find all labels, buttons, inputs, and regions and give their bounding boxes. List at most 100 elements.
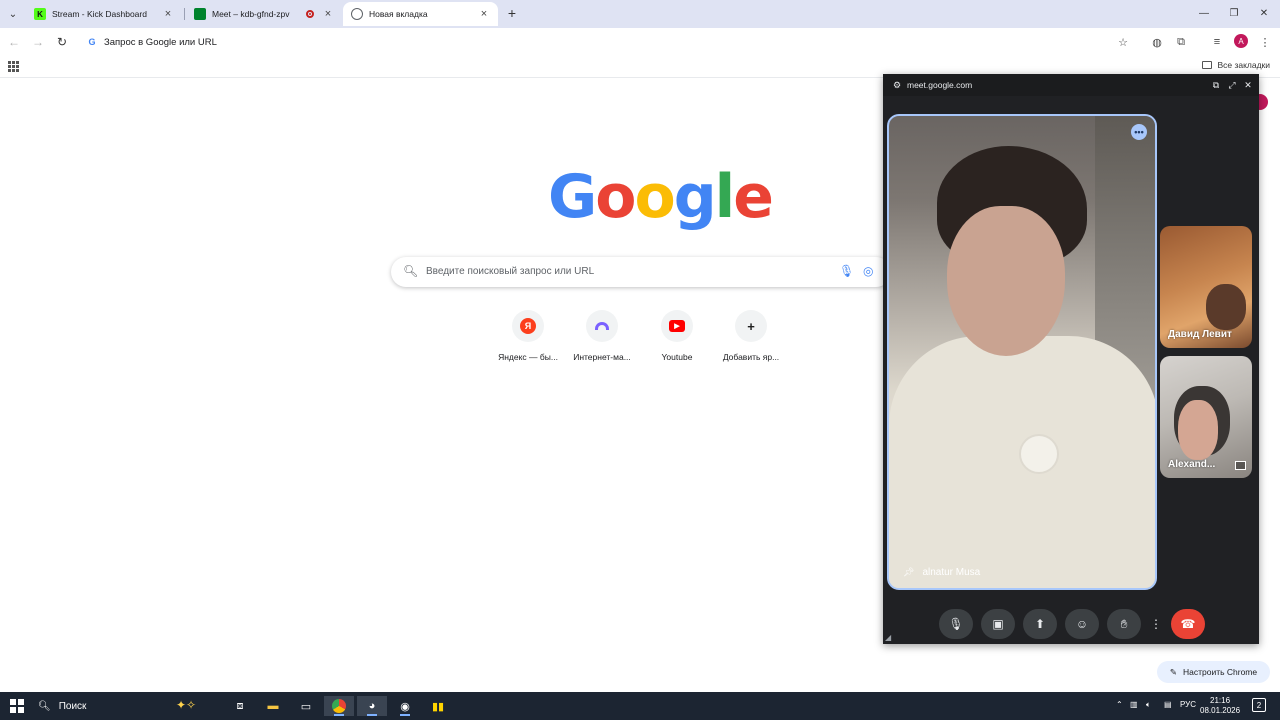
steam-icon[interactable]: ◕ <box>357 696 387 716</box>
yandex-icon: Я <box>512 310 544 342</box>
customize-chrome-button[interactable]: ✎ Настроить Chrome <box>1157 661 1270 683</box>
search-icon: 🔍︎ <box>403 264 419 278</box>
youtube-play-icon: ▶ <box>669 320 685 332</box>
kick-icon: K <box>34 8 46 20</box>
reactions-button[interactable]: ☺ <box>1065 609 1099 639</box>
profile-avatar[interactable]: A <box>1234 34 1248 48</box>
chrome-icon <box>332 699 346 713</box>
more-options-icon[interactable]: ••• <box>1131 124 1147 140</box>
back-button[interactable]: ← <box>5 33 23 51</box>
site-settings-icon[interactable]: ⚙︎ <box>893 80 901 91</box>
customize-label: Настроить Chrome <box>1182 667 1258 677</box>
shortcut-youtube[interactable]: ▶ Youtube <box>642 310 712 362</box>
active-indicator <box>367 714 377 716</box>
more-options-button[interactable]: ⋮ <box>1149 609 1163 639</box>
minimize-button[interactable]: — <box>1189 4 1219 22</box>
shortcut-add[interactable]: + Добавить яр... <box>716 310 786 362</box>
windows-taskbar: 🔍︎ Поиск ✦✧ ⧈ ▬ ▭ ◕ ◉ ▮▮ ⌃ ▥ 🔈︎ ▤ РУС 21… <box>0 692 1280 720</box>
meet-icon <box>194 8 206 20</box>
restore-button[interactable]: ❐ <box>1219 4 1249 22</box>
camera-icon: ▣ <box>992 617 1004 631</box>
google-logo: Google <box>548 162 774 232</box>
present-screen-button[interactable]: ⬆ <box>1023 609 1057 639</box>
logo-letter: g <box>673 162 717 232</box>
obs-icon[interactable]: ◉ <box>390 696 420 716</box>
youtube-icon: ▶ <box>661 310 693 342</box>
app-icon[interactable]: ▮▮ <box>423 696 453 716</box>
reload-button[interactable]: ↻ <box>53 33 71 51</box>
close-tab-icon[interactable]: × <box>162 8 174 20</box>
participant-name: Давид Левит <box>1168 329 1232 340</box>
volume-icon[interactable]: 🔈︎ <box>1146 700 1151 710</box>
close-window-button[interactable]: ✕ <box>1249 4 1279 22</box>
google-g-icon: G <box>88 37 96 47</box>
bookmark-star-icon[interactable]: ☆ <box>1115 34 1131 50</box>
participant-video-detail <box>1019 434 1059 474</box>
clock-time: 21:16 <box>1210 696 1231 705</box>
hand-icon: ✋︎ <box>1120 616 1128 631</box>
file-explorer-icon[interactable]: ▬ <box>258 696 288 716</box>
call-controls: 🎙︎ ▣ ⬆ ☺ ✋︎ ⋮ ☎︎ <box>939 607 1205 641</box>
tab-title: Meet – kdb-gfnd-zpv <box>212 9 290 19</box>
tab-search-chevron-icon[interactable]: ⌄ <box>4 5 22 23</box>
participant-tile[interactable]: Alexand... <box>1160 356 1252 478</box>
apps-grid-icon[interactable] <box>8 61 19 72</box>
picture-in-picture-icon[interactable] <box>1235 461 1246 470</box>
resize-handle-icon[interactable]: ◢ <box>885 633 891 642</box>
omnibox[interactable]: G Запрос в Google или URL <box>80 31 1140 53</box>
meet-pip-window[interactable]: ⚙︎ meet.google.com ⧉ ⤢ ✕ ••• 📌︎ alnatur … <box>883 74 1259 644</box>
new-tab-button[interactable]: + <box>504 5 520 21</box>
hang-up-icon: ☎︎ <box>1180 617 1196 631</box>
camera-button[interactable]: ▣ <box>981 609 1015 639</box>
tab-title: Новая вкладка <box>369 9 428 19</box>
close-tab-icon[interactable]: × <box>478 8 490 20</box>
emoji-icon: ☺ <box>1075 617 1089 631</box>
close-icon[interactable]: ✕ <box>1242 79 1254 91</box>
folder-icon <box>1202 61 1213 69</box>
windows-start-icon[interactable] <box>10 699 24 713</box>
chrome-taskbar-icon[interactable] <box>324 696 354 716</box>
extensions-icon[interactable]: ⧉ <box>1173 34 1189 50</box>
active-indicator <box>334 714 344 716</box>
forward-button[interactable]: → <box>29 33 47 51</box>
tab-meet[interactable]: Meet – kdb-gfnd-zpv × <box>186 2 342 26</box>
pin-icon[interactable]: 📌︎ <box>903 567 914 578</box>
back-to-tab-icon[interactable]: ⧉ <box>1210 79 1222 91</box>
battery-icon[interactable]: ▤ <box>1164 700 1172 709</box>
omnibox-placeholder: Запрос в Google или URL <box>104 37 217 48</box>
tab-title: Stream - Kick Dashboard <box>52 9 147 19</box>
expand-icon[interactable]: ⤢ <box>1226 79 1238 91</box>
microphone-button[interactable]: 🎙︎ <box>939 609 973 639</box>
recording-icon <box>306 10 314 18</box>
tab-new-tab[interactable]: Новая вкладка × <box>343 2 498 26</box>
tab-kick-dashboard[interactable]: K Stream - Kick Dashboard × <box>26 2 182 26</box>
shortcut-yandex[interactable]: Я Яндекс — бы... <box>493 310 563 362</box>
all-bookmarks-button[interactable]: Все закладки <box>1202 60 1270 70</box>
participant-video <box>1206 284 1246 330</box>
translate-icon[interactable]: ◍ <box>1149 34 1165 50</box>
language-indicator[interactable]: РУС <box>1180 700 1196 709</box>
yandex-logo: Я <box>520 318 536 334</box>
notifications-icon[interactable]: 2 <box>1252 698 1266 712</box>
google-lens-icon[interactable]: ◎ <box>863 264 873 278</box>
network-icon[interactable]: ▥ <box>1130 700 1138 709</box>
media-control-icon[interactable]: ≡ <box>1209 34 1225 50</box>
more-vert-icon: ⋮ <box>1150 617 1162 631</box>
participant-tile[interactable]: Давид Левит <box>1160 226 1252 348</box>
microphone-icon[interactable]: 🎙︎ <box>839 264 854 278</box>
clock[interactable]: 21:16 08.01.2026 <box>1200 696 1240 716</box>
main-participant-tile[interactable]: ••• 📌︎ alnatur Musa <box>887 114 1157 590</box>
tray-chevron-icon[interactable]: ⌃ <box>1116 700 1123 709</box>
terminal-icon[interactable]: ▭ <box>291 696 321 716</box>
microphone-icon: 🎙︎ <box>948 617 964 631</box>
toolbar: ← → ↻ G Запрос в Google или URL ☆ ◍ ⧉ ≡ … <box>0 28 1280 56</box>
raise-hand-button[interactable]: ✋︎ <box>1107 609 1141 639</box>
search-placeholder: Введите поисковый запрос или URL <box>426 266 595 277</box>
menu-icon[interactable]: ⋮ <box>1257 34 1273 50</box>
shortcut-internet-shop[interactable]: Интернет-ма... <box>567 310 637 362</box>
search-box[interactable]: 🔍︎ Введите поисковый запрос или URL 🎙︎ ◎ <box>391 257 891 287</box>
logo-letter: G <box>548 162 597 232</box>
close-tab-icon[interactable]: × <box>322 8 334 20</box>
leave-call-button[interactable]: ☎︎ <box>1171 609 1205 639</box>
task-view-icon[interactable]: ⧈ <box>225 696 255 716</box>
